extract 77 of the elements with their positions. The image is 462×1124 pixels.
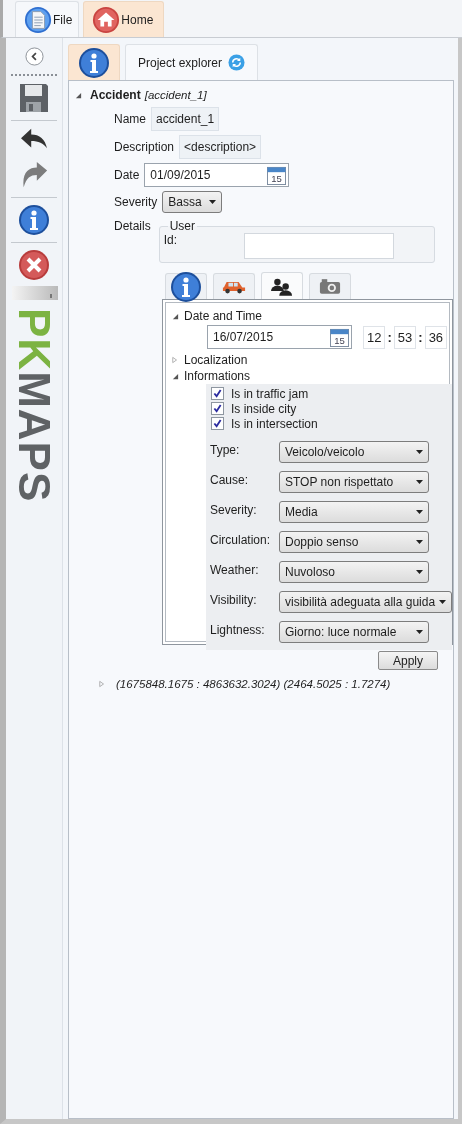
car-icon [222,279,246,294]
dropdown-arrow-icon[interactable] [416,450,423,454]
home-icon [92,5,121,34]
calendar-icon[interactable]: 15 [267,165,287,185]
logo: PKMAPS [12,308,56,503]
field-label: Severity [114,195,158,209]
dropdown-arrow-icon[interactable] [209,200,217,204]
checkbox[interactable] [211,417,224,430]
expanded-caret-icon[interactable] [172,372,180,380]
expanded-caret-icon[interactable] [172,312,180,320]
calendar-icon[interactable]: 15 [330,327,349,347]
description-field[interactable]: <description> [179,135,262,159]
coordinates-text: (1675848.1675 : 4863632.3024) (2464.5025 : 1.7274) [116,678,391,690]
field-label: Id: [163,233,178,247]
dropdown-arrow-icon[interactable] [416,570,423,574]
checkbox-label: Is in intersection [231,416,318,431]
apply-button[interactable]: Apply [378,651,438,670]
time-field[interactable]: 12 [363,325,386,349]
file-icon [24,5,52,34]
field-label: Details [114,219,151,233]
dropdown-arrow-icon[interactable] [439,600,447,604]
checkbox[interactable] [211,402,224,415]
dropdown[interactable]: Media [279,501,429,523]
checkbox[interactable] [211,387,224,400]
ribbon-tab[interactable]: Home [83,1,165,37]
camera-icon [319,278,341,295]
field-label: Visibility: [210,592,258,607]
name-field[interactable]: accident_1 [151,107,220,131]
field-label: Type: [210,442,241,457]
dropdown[interactable]: Nuvoloso [279,561,429,583]
panel-tab[interactable]: Project explorer [125,44,259,80]
checkbox-label: Is inside city [231,401,297,416]
dropdown[interactable]: visibilità adeguata alla guida [279,591,453,613]
time-field[interactable]: 53 [393,325,417,349]
dropdown[interactable]: Veicolo/veicolo [279,441,429,463]
info-button[interactable] [18,204,50,236]
close-button[interactable] [18,249,50,281]
detail-tab[interactable] [213,273,255,299]
detail-tab[interactable] [261,272,303,299]
field-label: Name [114,112,146,126]
dropdown-arrow-icon[interactable] [416,510,423,514]
node-title: Accident [90,88,141,102]
dropdown-arrow-icon[interactable] [416,480,423,484]
section-title[interactable]: Localization [184,353,248,367]
panel-tab[interactable] [68,44,120,80]
save-button[interactable] [18,82,50,114]
severity-dropdown[interactable]: Bassa [162,191,223,213]
section-title[interactable]: Date and Time [184,309,263,323]
dropdown-arrow-icon[interactable] [416,540,423,544]
field-label: Severity: [210,502,258,517]
field-label: Cause: [210,472,250,487]
checkbox-label: Is in traffic jam [231,386,309,401]
time-field[interactable]: 36 [424,325,448,349]
dropdown[interactable]: Giorno: luce normale [279,621,429,643]
field-label: Lightness: [210,622,266,637]
node-id: [accident_1] [144,89,207,101]
field-label: Weather: [210,562,260,577]
dropdown[interactable]: Doppio senso [279,531,429,553]
people-icon [271,276,293,296]
ribbon-tab[interactable]: File [15,1,80,37]
back-button[interactable] [24,47,44,66]
dropdown-arrow-icon[interactable] [416,630,423,634]
id-input[interactable] [243,233,394,259]
field-label: Description [114,140,175,154]
group-label: User [168,219,197,233]
detail-tab[interactable] [165,273,207,299]
info-icon [78,46,110,79]
field-label: Date [114,168,140,182]
time-separator: : [417,329,424,345]
section-title[interactable]: Informations [184,369,251,383]
dropdown[interactable]: STOP non rispettato [279,471,429,493]
field-label: Circulation: [210,532,272,547]
refresh-icon [228,54,246,71]
time-separator: : [386,329,393,345]
date-field[interactable]: 01/09/2015 15 [144,163,290,187]
date-field[interactable]: 16/07/2015 15 [207,325,352,349]
expanded-caret-icon[interactable] [75,91,83,99]
